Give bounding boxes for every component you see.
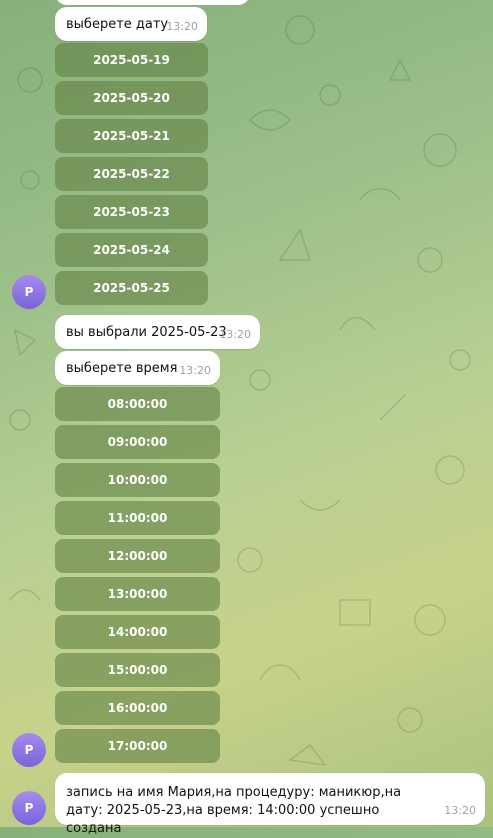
message-text: выберете время (66, 361, 178, 376)
message-time: 13:20 (444, 804, 476, 817)
time-button-16[interactable]: 16:00:00 (55, 691, 220, 725)
time-button-12[interactable]: 12:00:00 (55, 539, 220, 573)
message-confirmation: запись на имя Мария,на процедуру: маникю… (55, 773, 485, 836)
date-button-2025-05-22[interactable]: 2025-05-22 (55, 157, 208, 191)
message-choose-date: выберете дату 13:20 (55, 7, 207, 41)
message-time: 13:20 (166, 20, 198, 33)
message-text: вы выбрали 2025-05-23 (66, 325, 227, 340)
message-time: 13:20 (219, 328, 251, 341)
time-button-09[interactable]: 09:00:00 (55, 425, 220, 459)
time-button-11[interactable]: 11:00:00 (55, 501, 220, 535)
avatar[interactable]: P (12, 733, 46, 767)
time-button-15[interactable]: 15:00:00 (55, 653, 220, 687)
date-button-2025-05-19[interactable]: 2025-05-19 (55, 43, 208, 77)
previous-message-bubble-edge (55, 0, 250, 5)
date-button-2025-05-20[interactable]: 2025-05-20 (55, 81, 208, 115)
message-text: выберете дату (66, 17, 169, 32)
time-button-14[interactable]: 14:00:00 (55, 615, 220, 649)
date-button-2025-05-23[interactable]: 2025-05-23 (55, 195, 208, 229)
date-button-2025-05-24[interactable]: 2025-05-24 (55, 233, 208, 267)
message-text: запись на имя Мария,на процедуру: маникю… (66, 785, 402, 836)
avatar[interactable]: P (12, 275, 46, 309)
message-choose-time: выберете время 13:20 (55, 351, 220, 385)
date-button-2025-05-21[interactable]: 2025-05-21 (55, 119, 208, 153)
message-time: 13:20 (179, 364, 211, 377)
time-button-17[interactable]: 17:00:00 (55, 729, 220, 763)
time-button-10[interactable]: 10:00:00 (55, 463, 220, 497)
message-you-chose-date: вы выбрали 2025-05-23 13:20 (55, 315, 260, 349)
time-button-08[interactable]: 08:00:00 (55, 387, 220, 421)
avatar[interactable]: P (12, 791, 46, 825)
time-button-13[interactable]: 13:00:00 (55, 577, 220, 611)
date-button-2025-05-25[interactable]: 2025-05-25 (55, 271, 208, 305)
